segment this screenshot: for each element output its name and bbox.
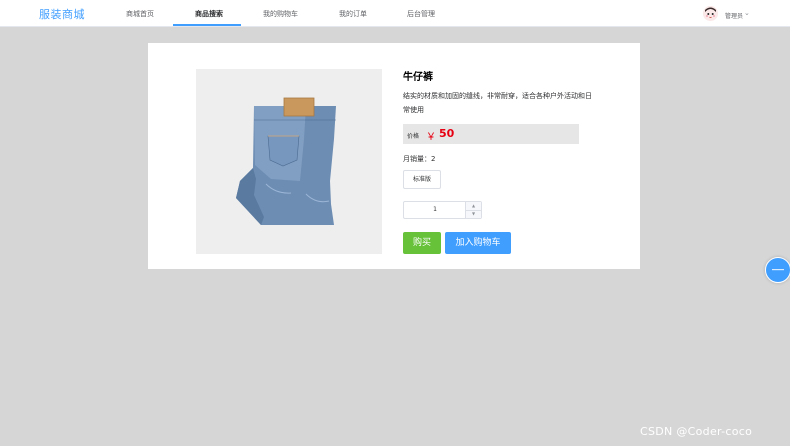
user-avatar[interactable]	[703, 6, 718, 21]
product-description: 结实的材质和加固的缝线，非常耐穿，适合各种户外活动和日常使用	[403, 92, 592, 114]
price-label: 价格	[407, 133, 420, 140]
stepper-controls: ▲ ▼	[465, 202, 481, 218]
product-detail-card: 牛仔裤 结实的材质和加固的缝线，非常耐穿，适合各种户外活动和日常使用 价格 ￥ …	[148, 43, 640, 269]
nav-item-orders[interactable]: 我的订单	[339, 9, 367, 19]
top-nav-bar: 服装商城 商城首页 商品搜索 我的购物车 我的订单 后台管理 管理员 ⌄	[0, 0, 790, 27]
quantity-input[interactable]: 1	[404, 202, 466, 218]
nav-item-admin[interactable]: 后台管理	[407, 9, 435, 19]
chat-bubble-icon	[772, 269, 784, 271]
monthly-sales: 月销量：2	[403, 154, 435, 164]
product-image	[196, 69, 382, 254]
brand-logo-text[interactable]: 服装商城	[39, 6, 85, 22]
product-title: 牛仔裤	[403, 72, 433, 83]
sales-label: 月销量：	[403, 155, 431, 163]
add-to-cart-button[interactable]: 加入购物车	[445, 232, 511, 254]
user-name-label[interactable]: 管理员	[725, 11, 743, 20]
watermark-text: CSDN @Coder-coco	[640, 425, 753, 438]
spec-option-button[interactable]: 标准版	[403, 170, 441, 189]
chevron-down-icon[interactable]: ⌄	[744, 9, 750, 17]
nav-item-home[interactable]: 商城首页	[126, 9, 154, 19]
floating-chat-button[interactable]	[765, 257, 790, 283]
nav-active-indicator	[173, 24, 241, 26]
nav-item-search[interactable]: 商品搜索	[195, 9, 223, 19]
sales-value: 2	[431, 155, 436, 163]
buy-button[interactable]: 购买	[403, 232, 441, 254]
price-value: 50	[439, 127, 455, 140]
chevron-down-icon[interactable]: ▼	[466, 210, 481, 218]
nav-item-cart[interactable]: 我的购物车	[263, 9, 298, 19]
price-currency-symbol: ￥	[426, 132, 436, 143]
price-panel: 价格 ￥ 50	[403, 124, 579, 144]
jeans-image	[196, 69, 382, 254]
avatar-face-icon	[703, 6, 718, 21]
quantity-stepper[interactable]: 1 ▲ ▼	[403, 201, 482, 219]
